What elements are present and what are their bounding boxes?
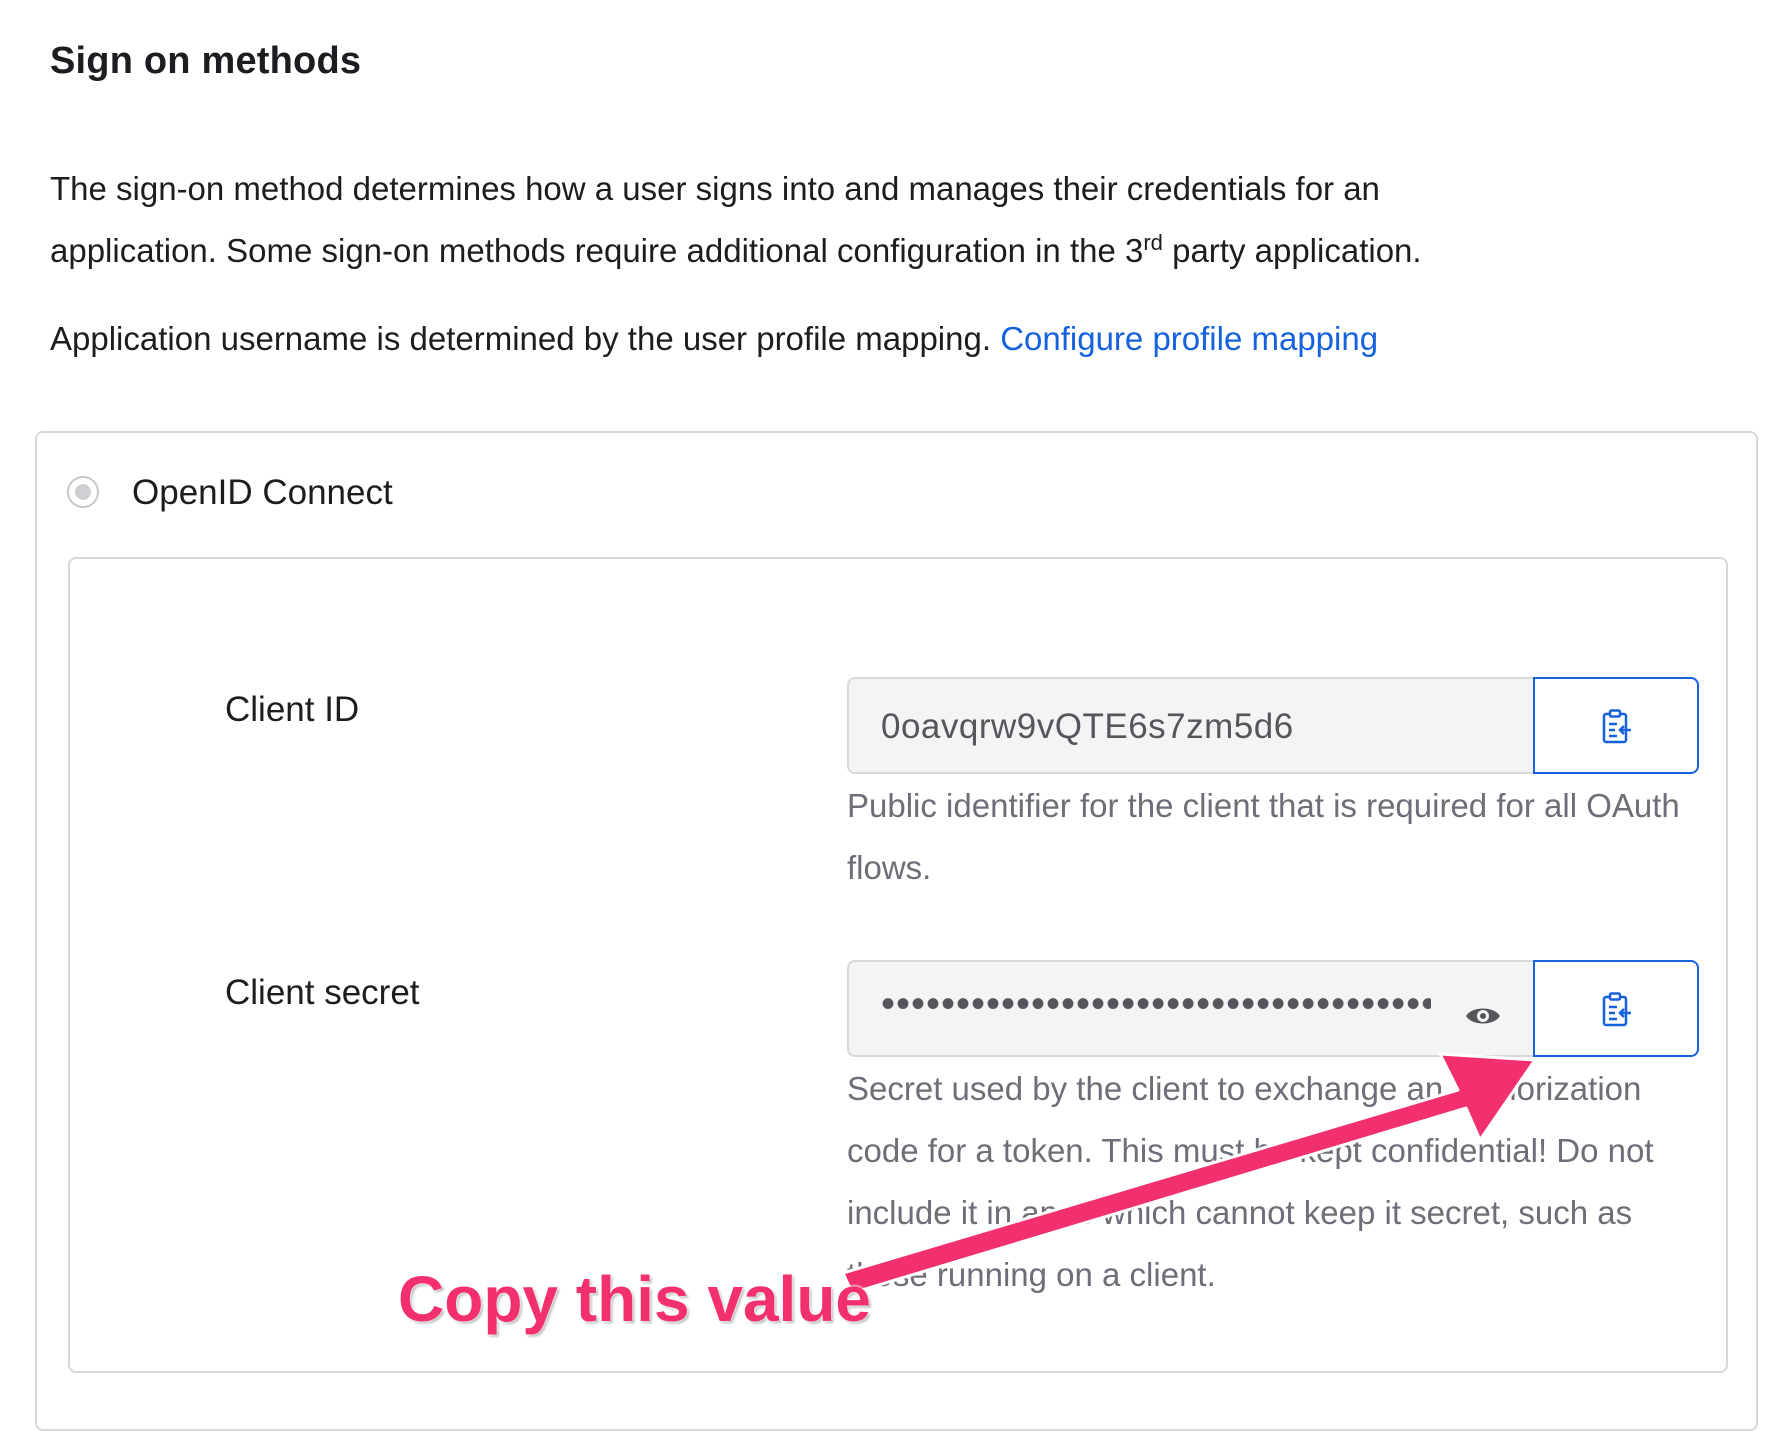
clipboard-copy-icon — [1602, 992, 1631, 1027]
intro-line-2: application. Some sign-on methods requir… — [50, 232, 1144, 269]
openid-connect-radio[interactable] — [67, 476, 99, 508]
openid-connect-label: OpenID Connect — [132, 473, 393, 512]
client-id-value: 0oavqrw9vQTE6s7zm5d6 — [881, 707, 1294, 746]
intro-superscript: rd — [1143, 230, 1163, 255]
intro-line-2-end: party application. — [1162, 232, 1422, 269]
configure-profile-mapping-link[interactable]: Configure profile mapping — [1000, 320, 1378, 357]
copy-client-secret-button[interactable] — [1533, 960, 1699, 1057]
username-mapping-note: Application username is determined by th… — [50, 308, 1378, 370]
copy-client-id-button[interactable] — [1533, 677, 1699, 774]
mapping-text: Application username is determined by th… — [50, 320, 992, 357]
client-secret-label: Client secret — [225, 973, 420, 1012]
client-id-help: Public identifier for the client that is… — [847, 787, 1680, 886]
sign-on-description: The sign-on method determines how a user… — [50, 158, 1690, 282]
client-secret-help: Secret used by the client to exchange an… — [847, 1070, 1654, 1293]
clipboard-copy-icon — [1602, 709, 1631, 744]
client-secret-masked-value: •••••••••••••••••••••••••••••••••••••• — [881, 982, 1431, 1026]
eye-icon[interactable] — [1464, 1004, 1502, 1028]
client-id-label: Client ID — [225, 690, 360, 729]
page-title: Sign on methods — [50, 40, 362, 82]
copy-this-value-annotation: Copy this value — [398, 1263, 871, 1335]
intro-line-1: The sign-on method determines how a user… — [50, 170, 1380, 207]
client-secret-field[interactable]: •••••••••••••••••••••••••••••••••••••• — [847, 960, 1533, 1057]
client-id-field[interactable]: 0oavqrw9vQTE6s7zm5d6 — [847, 677, 1533, 774]
